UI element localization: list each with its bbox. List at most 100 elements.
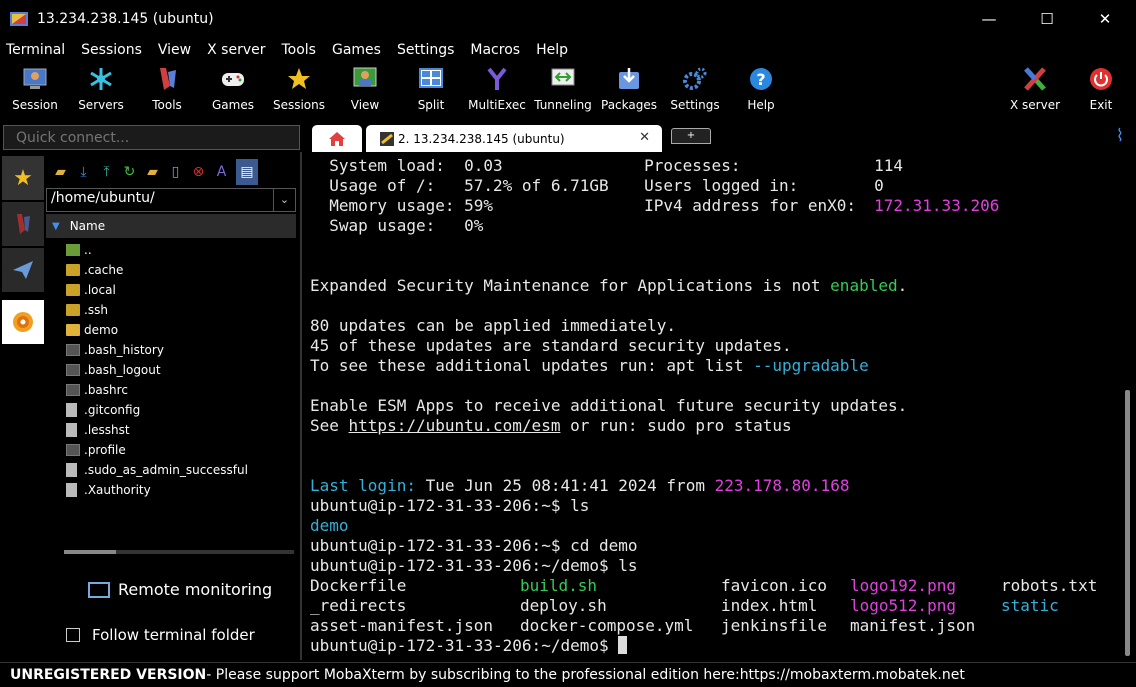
scrollbar-thumb[interactable] (64, 550, 116, 554)
parent-folder-button[interactable]: ▰ (52, 164, 69, 181)
remote-monitoring-button[interactable]: Remote monitoring (88, 580, 272, 599)
terminal-scrollbar[interactable] (1120, 152, 1136, 660)
list-item[interactable]: .ssh (66, 300, 296, 320)
path-value: /home/ubuntu/ (51, 190, 155, 206)
file-icon (66, 384, 80, 396)
x-server-icon (1022, 66, 1048, 92)
servers-button[interactable]: Servers (68, 62, 134, 118)
document-icon (66, 423, 77, 437)
tools-icon (17, 214, 30, 234)
ubuntu-esm-link[interactable]: https://ubuntu.com/esm (349, 416, 561, 435)
multiexec-button[interactable]: MultiExec (464, 62, 530, 118)
delete-icon: ⊗ (192, 164, 205, 180)
monitor-icon (88, 581, 110, 598)
list-item[interactable]: .local (66, 280, 296, 300)
terminal-output[interactable]: System load: 0.03 Processes: 114 Usage of … (304, 152, 1120, 660)
packages-button[interactable]: Packages (596, 62, 662, 118)
file-icon (66, 344, 80, 356)
menu-macros[interactable]: Macros (470, 42, 520, 58)
sidebar-tab-tools[interactable] (2, 202, 44, 246)
quick-connect-input[interactable] (3, 125, 300, 150)
maximize-button[interactable]: ☐ (1018, 0, 1076, 38)
list-item[interactable]: .sudo_as_admin_successful (66, 460, 296, 480)
refresh-button[interactable]: ↻ (121, 164, 138, 181)
properties-icon: ▤ (240, 164, 254, 180)
list-item[interactable]: .profile (66, 440, 296, 460)
folder-icon (66, 324, 80, 336)
file-list-scrollbar[interactable] (64, 550, 294, 554)
session-icon (22, 66, 48, 92)
menu-bar: Terminal Sessions View X server Tools Ga… (0, 38, 1136, 62)
sidebar-tab-sessions[interactable]: ★ (2, 156, 44, 200)
list-item[interactable]: .Xauthority (66, 480, 296, 500)
list-item[interactable]: .bash_logout (66, 360, 296, 380)
exit-button[interactable]: Exit (1068, 62, 1134, 118)
session-button[interactable]: Session (2, 62, 68, 118)
menu-x-server[interactable]: X server (207, 42, 265, 58)
list-item[interactable]: .lesshst (66, 420, 296, 440)
menu-games[interactable]: Games (332, 42, 381, 58)
sessions-button[interactable]: Sessions (266, 62, 332, 118)
document-icon (66, 463, 77, 477)
list-item[interactable]: .gitconfig (66, 400, 296, 420)
rename-button[interactable]: A (213, 164, 230, 181)
menu-tools[interactable]: Tools (281, 42, 316, 58)
properties-button[interactable]: ▤ (236, 159, 258, 185)
column-header-name[interactable]: ▼ Name (46, 214, 296, 238)
download-button[interactable]: ⤓ (75, 164, 92, 181)
close-button[interactable]: ✕ (1076, 0, 1134, 38)
home-tab[interactable] (312, 125, 362, 152)
menu-terminal[interactable]: Terminal (6, 42, 65, 58)
games-button[interactable]: Games (200, 62, 266, 118)
document-icon (66, 403, 77, 417)
new-folder-button[interactable]: ▰ (144, 164, 161, 181)
settings-button[interactable]: Settings (662, 62, 728, 118)
list-item[interactable]: .bashrc (66, 380, 296, 400)
scrollbar-thumb[interactable] (1125, 390, 1130, 656)
attach-icon[interactable]: ⌇ (1116, 126, 1124, 146)
split-button[interactable]: Split (398, 62, 464, 118)
mobaxterm-link[interactable]: https://mobaxterm.mobatek.net (740, 667, 965, 683)
list-item[interactable]: .bash_history (66, 340, 296, 360)
status-bar: UNREGISTERED VERSION - Please support Mo… (0, 662, 1136, 687)
menu-sessions[interactable]: Sessions (81, 42, 142, 58)
rename-icon: A (216, 164, 227, 180)
unregistered-label: UNREGISTERED VERSION (10, 667, 207, 683)
follow-terminal-folder-checkbox[interactable]: Follow terminal folder (66, 626, 255, 644)
terminal-cursor (618, 636, 628, 654)
tab-close-icon[interactable]: ✕ (639, 130, 650, 145)
multiexec-icon (484, 66, 510, 92)
chevron-down-icon[interactable]: ⌄ (273, 189, 295, 211)
sftp-globe-icon (13, 312, 33, 332)
terminal-line: See https://ubuntu.com/esm or run: sudo … (310, 416, 792, 435)
checkbox[interactable] (66, 628, 80, 642)
folder-icon (66, 304, 80, 316)
menu-view[interactable]: View (158, 42, 191, 58)
list-item[interactable]: .cache (66, 260, 296, 280)
minimize-button[interactable]: — (960, 0, 1018, 38)
terminal-line: Memory usage: 59% IPv4 address for enX0: 1… (310, 196, 1000, 215)
path-input[interactable]: /home/ubuntu/ ⌄ (46, 188, 296, 212)
menu-help[interactable]: Help (536, 42, 568, 58)
list-item[interactable]: demo (66, 320, 296, 340)
x-server-button[interactable]: X server (1002, 62, 1068, 118)
new-file-button[interactable]: ▯ (167, 164, 184, 181)
terminal-line: Dockerfile build.sh favicon.ico logo192.png… (310, 576, 1098, 595)
sidebar-tab-sftp[interactable] (2, 300, 44, 344)
terminal-line: Expanded Security Maintenance for Applic… (310, 276, 908, 295)
session-tab[interactable]: 2. 13.234.238.145 (ubuntu) ✕ (366, 125, 662, 152)
terminal-line: To see these additional updates run: apt… (310, 356, 869, 375)
refresh-icon: ↻ (123, 164, 136, 180)
tools-button[interactable]: Tools (134, 62, 200, 118)
upload-button[interactable]: ⤒ (98, 164, 115, 181)
delete-button[interactable]: ⊗ (190, 164, 207, 181)
view-button[interactable]: View (332, 62, 398, 118)
sidebar-tab-macros[interactable] (2, 248, 44, 292)
menu-settings[interactable]: Settings (397, 42, 454, 58)
tunneling-button[interactable]: Tunneling (530, 62, 596, 118)
terminal-line: _redirects deploy.sh index.html logo512.png… (310, 596, 1059, 615)
new-tab-button[interactable]: + (671, 128, 711, 144)
help-button[interactable]: ? Help (728, 62, 794, 118)
tab-bar: 2. 13.234.238.145 (ubuntu) ✕ + ⌇ (0, 122, 1136, 152)
list-item[interactable]: .. (66, 240, 296, 260)
